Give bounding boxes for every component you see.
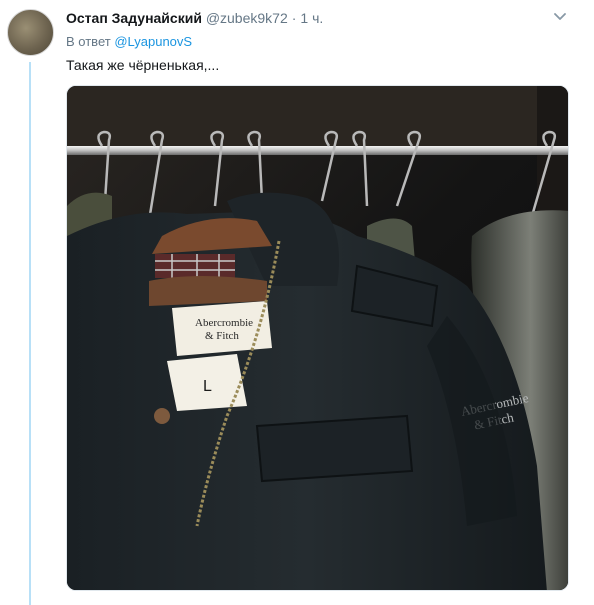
chevron-down-icon[interactable] — [553, 12, 567, 22]
tweet: Остап Задунайский @zubek9k72 · 1 ч. В отве… — [0, 0, 594, 605]
reply-context: В ответ @LyapunovS — [66, 34, 192, 50]
reply-prefix: В ответ — [66, 34, 115, 49]
timestamp[interactable]: 1 ч. — [300, 10, 323, 26]
avatar[interactable] — [7, 9, 54, 56]
reply-mention-link[interactable]: @LyapunovS — [114, 34, 192, 49]
tweet-photo[interactable]: Abercrombie & Fitch L Abercrombie & Fitc… — [66, 85, 569, 591]
tweet-header: Остап Задунайский @zubek9k72 · 1 ч. — [66, 9, 323, 27]
separator-dot: · — [291, 10, 297, 26]
thread-line — [29, 62, 31, 605]
label-brand-line-2: & Fitch — [205, 330, 239, 342]
author-name[interactable]: Остап Задунайский — [66, 10, 202, 26]
label-brand-line-1: Abercrombie — [195, 317, 253, 329]
size-label: L — [203, 378, 212, 395]
author-handle[interactable]: @zubek9k72 — [206, 10, 288, 26]
tweet-text: Такая же чёрненькая,... — [66, 57, 220, 73]
